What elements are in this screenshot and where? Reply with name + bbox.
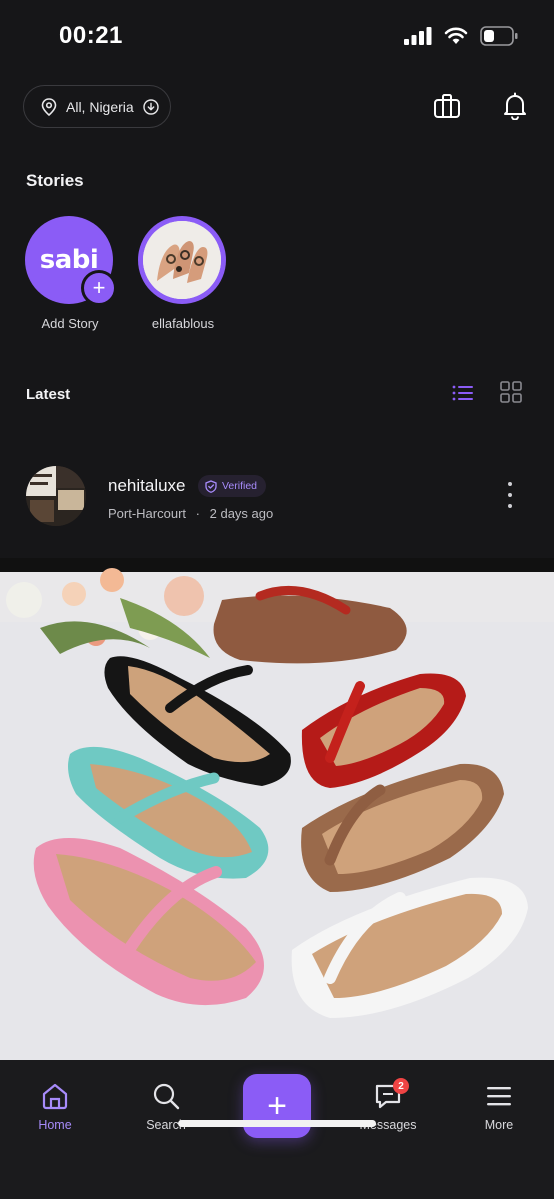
story-label: ellafablous	[151, 316, 215, 331]
story-ellafablous[interactable]: ellafablous	[138, 216, 228, 331]
bottom-nav: Home Search + 2 Messages More	[0, 1060, 554, 1199]
shield-check-icon	[205, 479, 217, 493]
location-selector[interactable]: All, Nigeria	[23, 85, 171, 128]
home-icon	[10, 1080, 100, 1112]
latest-title: Latest	[26, 386, 71, 403]
nav-home[interactable]: Home	[10, 1080, 100, 1132]
story-label: Add Story	[41, 316, 99, 331]
stories-title: Stories	[26, 171, 84, 190]
avatar[interactable]	[26, 466, 86, 526]
verified-label: Verified	[222, 480, 258, 492]
story-ring: sabi +	[25, 216, 117, 306]
status-time: 00:21	[59, 22, 123, 49]
nav-label-home: Home	[38, 1118, 72, 1132]
add-story-button[interactable]: +	[81, 270, 117, 306]
signal-icon	[404, 27, 432, 45]
home-indicator	[178, 1120, 376, 1127]
create-post-button[interactable]: +	[243, 1074, 311, 1138]
post-username[interactable]: nehitaluxe	[108, 476, 186, 496]
wifi-icon	[444, 27, 468, 44]
list-view-icon[interactable]	[451, 381, 475, 405]
story-add[interactable]: sabi + Add Story	[25, 216, 117, 331]
verified-badge: Verified	[198, 475, 267, 497]
post-image[interactable]	[0, 558, 554, 1060]
meta-separator: ·	[195, 506, 200, 521]
bell-icon[interactable]	[500, 91, 530, 121]
search-icon	[121, 1080, 211, 1112]
location-label: All, Nigeria	[66, 98, 134, 115]
battery-icon	[480, 26, 518, 46]
chevron-down-circle-icon	[143, 98, 159, 115]
post-meta: Port-Harcourt · 2 days ago	[108, 506, 273, 521]
plus-icon: +	[92, 275, 106, 300]
nav-label-more: More	[484, 1118, 514, 1132]
nav-more[interactable]: More	[454, 1080, 544, 1132]
post-location: Port-Harcourt	[108, 506, 187, 521]
messages-badge: 2	[393, 1078, 409, 1094]
story-thumbnail	[143, 221, 221, 299]
post-header: nehitaluxe Verified Port-Harcourt · 2 da…	[0, 460, 554, 534]
messages-icon: 2	[343, 1078, 433, 1112]
location-pin-icon	[41, 97, 57, 116]
grid-view-icon[interactable]	[500, 381, 524, 405]
status-bar: 00:21	[0, 0, 554, 74]
status-icons	[404, 26, 518, 46]
shop-icon[interactable]	[432, 91, 462, 121]
post-time: 2 days ago	[209, 506, 274, 521]
menu-icon	[454, 1080, 544, 1112]
story-ring	[138, 216, 226, 304]
more-options-icon[interactable]	[498, 478, 522, 512]
